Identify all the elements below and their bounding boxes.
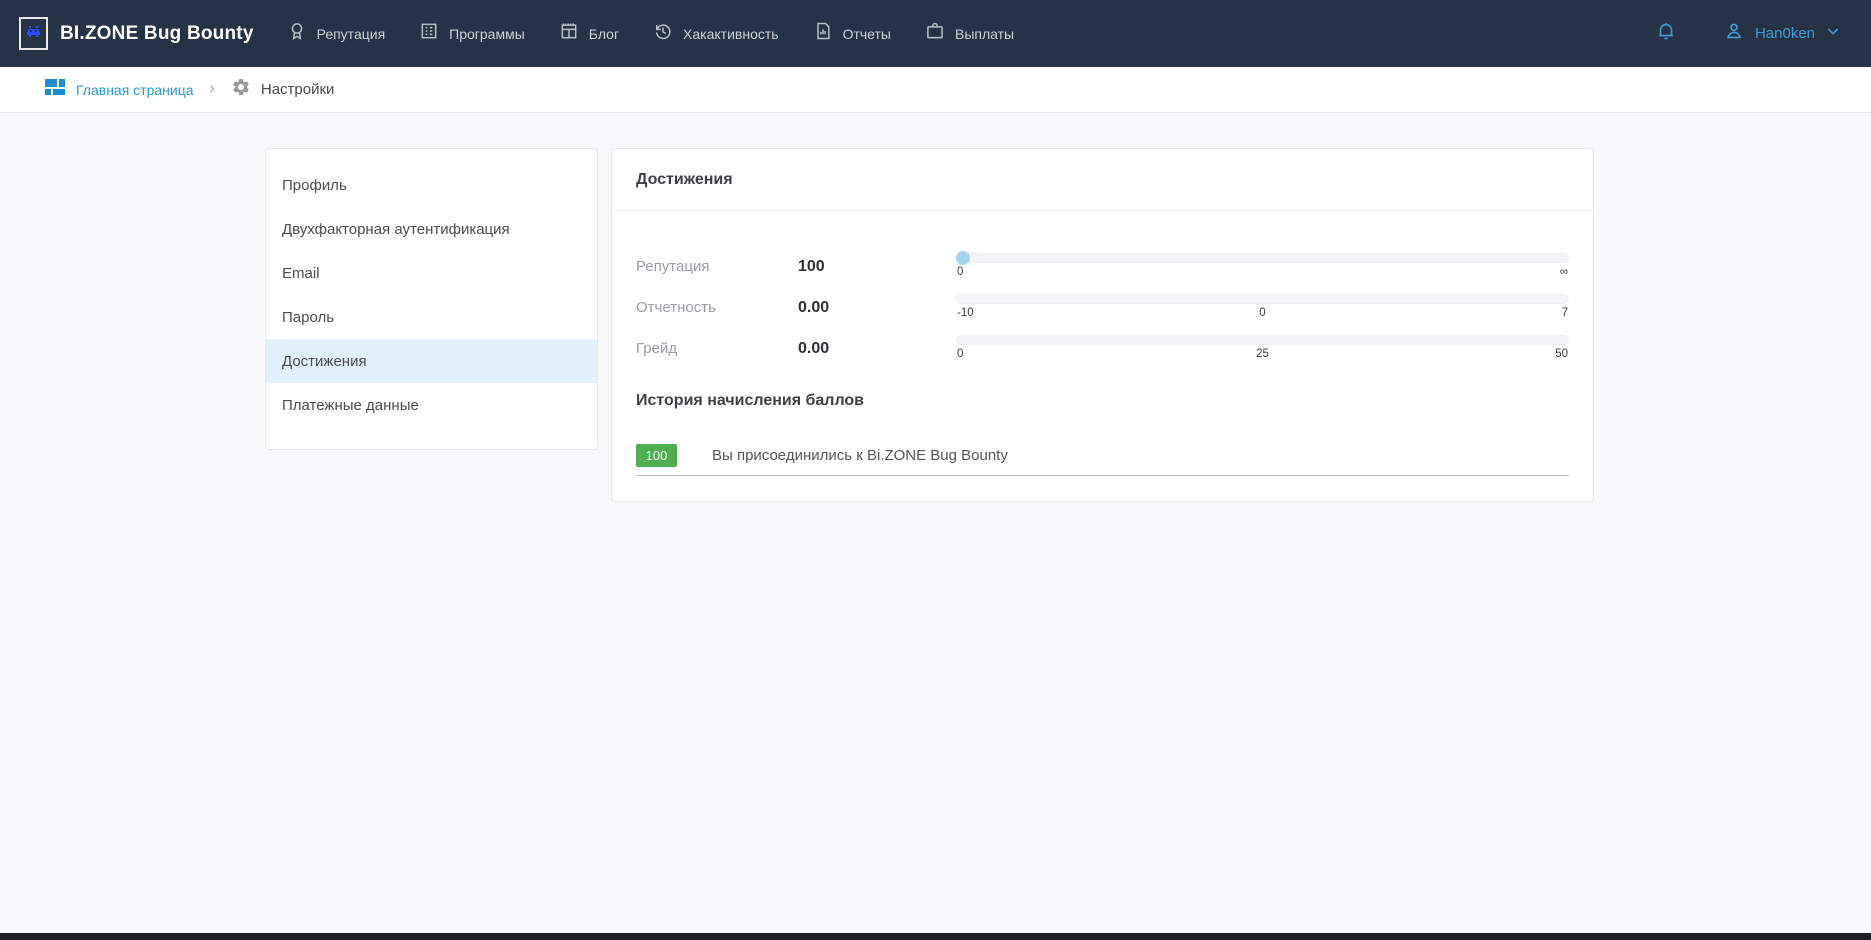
sidebar-item-label: Двухфакторная аутентификация	[282, 221, 510, 238]
chevron-down-icon	[1825, 23, 1841, 44]
report-icon	[813, 21, 833, 46]
sidebar-item-label: Достижения	[282, 353, 367, 370]
breadcrumb-separator-icon: ›	[210, 80, 215, 98]
history-section-title: История начисления баллов	[636, 392, 1569, 410]
metric-value: 100	[798, 258, 956, 276]
notification-bell-icon[interactable]	[1655, 20, 1677, 47]
slider-track	[956, 294, 1569, 304]
metric-label: Грейд	[636, 340, 798, 357]
bug-logo-icon	[26, 25, 41, 43]
slider-handle[interactable]	[956, 251, 970, 265]
nav-label: Блог	[589, 26, 619, 42]
nav-item-programs[interactable]: Программы	[419, 21, 525, 46]
content-area: Профиль Двухфакторная аутентификация Ema…	[0, 113, 1871, 933]
nav-label: Репутация	[317, 26, 386, 42]
sidebar-item-label: Email	[282, 265, 320, 282]
user-icon	[1723, 20, 1745, 47]
metric-row-reputation: Репутация 100 0 ∞	[636, 253, 1569, 280]
navbar-right: Han0ken	[1655, 20, 1841, 47]
brand-title: BI.ZONE Bug Bounty	[60, 23, 254, 45]
nav-label: Программы	[449, 26, 525, 42]
user-name: Han0ken	[1755, 25, 1815, 42]
slider-track	[956, 335, 1569, 345]
top-navbar: BI.ZONE Bug Bounty Репутация Программы	[0, 0, 1871, 67]
nav-label: Выплаты	[955, 26, 1014, 42]
panel-header: Достижения	[612, 149, 1593, 211]
payouts-icon	[925, 21, 945, 46]
sidebar-item-payment-data[interactable]: Платежные данные	[266, 383, 597, 427]
grade-slider: 0 25 50	[956, 335, 1569, 362]
sidebar-item-email[interactable]: Email	[266, 251, 597, 295]
footer-strip	[0, 933, 1871, 940]
tick-min: 0	[957, 266, 963, 278]
user-menu[interactable]: Han0ken	[1723, 20, 1841, 47]
nav-item-payouts[interactable]: Выплаты	[925, 21, 1014, 46]
breadcrumb-home-link[interactable]: Главная страница	[44, 76, 194, 103]
nav-label: Хакактивность	[683, 26, 779, 42]
medal-icon	[287, 21, 307, 46]
slider-ticks: 0 25 50	[956, 347, 1569, 362]
sidebar-item-achievements[interactable]: Достижения	[266, 339, 597, 383]
history-entry-row: 100 Вы присоединились к Bi.ZONE Bug Boun…	[636, 444, 1569, 476]
tick-mid: 0	[1259, 307, 1265, 319]
slider-ticks: 0 ∞	[956, 265, 1569, 280]
nav-item-blog[interactable]: Блог	[559, 21, 619, 46]
sidebar-item-password[interactable]: Пароль	[266, 295, 597, 339]
breadcrumb-current-label: Настройки	[261, 81, 335, 98]
reporting-slider: -10 0 7	[956, 294, 1569, 321]
tick-max: 7	[1562, 307, 1568, 319]
gear-icon	[231, 77, 251, 102]
metric-row-grade: Грейд 0.00 0 25 50	[636, 335, 1569, 362]
breadcrumb: Главная страница › Настройки	[0, 67, 1871, 113]
nav-item-hackactivity[interactable]: Хакактивность	[653, 21, 779, 46]
bizone-logo[interactable]	[19, 17, 48, 50]
sidebar-item-label: Профиль	[282, 177, 347, 194]
sidebar-item-two-factor[interactable]: Двухфакторная аутентификация	[266, 207, 597, 251]
dashboard-grid-icon	[44, 76, 66, 103]
breadcrumb-current: Настройки	[231, 77, 335, 102]
panel-body: Репутация 100 0 ∞ Отчетность 0.00	[612, 211, 1593, 476]
tick-max: ∞	[1560, 266, 1568, 278]
metric-row-reporting: Отчетность 0.00 -10 0 7	[636, 294, 1569, 321]
history-icon	[653, 21, 673, 46]
blog-icon	[559, 21, 579, 46]
settings-sidebar: Профиль Двухфакторная аутентификация Ema…	[265, 148, 598, 450]
nav-label: Отчеты	[843, 26, 891, 42]
metric-label: Репутация	[636, 258, 798, 275]
reputation-slider: 0 ∞	[956, 253, 1569, 280]
points-badge: 100	[636, 444, 677, 467]
main-nav: Репутация Программы Блог	[287, 21, 1015, 46]
tick-min: -10	[957, 307, 974, 319]
achievements-panel: Достижения Репутация 100 0 ∞ О	[611, 148, 1594, 502]
nav-item-reports[interactable]: Отчеты	[813, 21, 891, 46]
metric-value: 0.00	[798, 299, 956, 317]
sidebar-item-profile[interactable]: Профиль	[266, 163, 597, 207]
nav-item-reputation[interactable]: Репутация	[287, 21, 386, 46]
metric-value: 0.00	[798, 340, 956, 358]
slider-track	[956, 253, 1569, 263]
slider-ticks: -10 0 7	[956, 306, 1569, 321]
sidebar-item-label: Пароль	[282, 309, 334, 326]
sidebar-item-label: Платежные данные	[282, 397, 419, 414]
metric-label: Отчетность	[636, 299, 798, 316]
history-entry-text: Вы присоединились к Bi.ZONE Bug Bounty	[712, 447, 1008, 464]
tick-min: 0	[957, 348, 963, 360]
breadcrumb-home-label: Главная страница	[76, 82, 194, 98]
tick-max: 50	[1555, 348, 1568, 360]
tick-mid: 25	[1256, 348, 1269, 360]
building-icon	[419, 21, 439, 46]
panel-title: Достижения	[636, 171, 733, 189]
